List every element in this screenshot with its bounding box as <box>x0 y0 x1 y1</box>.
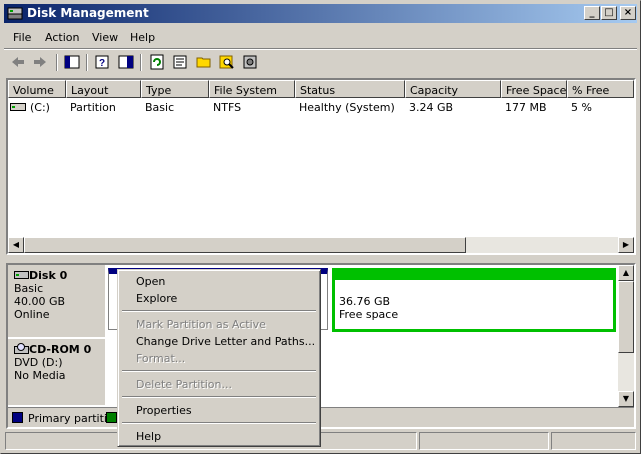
cell-layout: Partition <box>70 101 116 114</box>
context-menu-explore[interactable]: Explore <box>136 292 177 305</box>
context-menu-separator <box>122 422 316 424</box>
disk-name: Disk 0 <box>29 269 68 282</box>
settings-icon[interactable] <box>240 53 260 72</box>
cell-free-space: 177 MB <box>505 101 547 114</box>
menu-separator <box>4 48 637 50</box>
free-space-partition[interactable]: 36.76 GB Free space <box>332 268 616 332</box>
table-row[interactable]: (C:) Partition Basic NTFS Healthy (Syste… <box>8 99 634 115</box>
disk-0-info[interactable]: Disk 0 Basic 40.00 GB Online <box>8 265 105 337</box>
disk-type: Basic <box>14 282 44 295</box>
cdrom-0-info[interactable]: CD-ROM 0 DVD (D:) No Media <box>8 339 105 405</box>
column-header-file-system[interactable]: File System <box>209 80 295 98</box>
vertical-scrollbar[interactable]: ▲ ▼ <box>618 265 634 407</box>
context-menu-separator <box>122 396 316 398</box>
menu-bar: File Action View Help <box>4 28 637 47</box>
properties-icon[interactable] <box>170 53 190 72</box>
free-space-swatch <box>106 412 117 423</box>
horizontal-scroll-thumb[interactable] <box>24 237 466 253</box>
menu-view[interactable]: View <box>92 31 118 44</box>
column-header-layout[interactable]: Layout <box>66 80 141 98</box>
vertical-scroll-thumb[interactable] <box>618 281 634 353</box>
window-title: Disk Management <box>27 6 149 20</box>
scroll-down-icon[interactable]: ▼ <box>618 391 634 407</box>
cd-rom-icon <box>14 343 29 354</box>
scroll-right-icon[interactable]: ▶ <box>618 237 634 253</box>
help-icon[interactable]: ? <box>92 53 112 72</box>
volume-list: Volume Layout Type File System Status Ca… <box>6 78 636 255</box>
context-menu-separator <box>122 370 316 372</box>
drive-icon <box>10 103 26 111</box>
disk-graphical-view: Disk 0 Basic 40.00 GB Online CD-ROM 0 DV… <box>6 263 636 429</box>
open-folder-icon[interactable] <box>194 53 214 72</box>
status-bar-pane-3 <box>551 432 636 450</box>
free-space-size: 36.76 GB <box>339 295 391 308</box>
svg-text:?: ? <box>99 58 105 69</box>
cell-type: Basic <box>145 101 175 114</box>
properties-pane-icon[interactable] <box>116 53 136 72</box>
context-menu-change-drive-letter[interactable]: Change Drive Letter and Paths... <box>136 335 315 348</box>
toolbar-separator <box>86 54 88 71</box>
context-menu-help[interactable]: Help <box>136 430 161 443</box>
scroll-up-icon[interactable]: ▲ <box>618 265 634 281</box>
cdrom-name: CD-ROM 0 <box>29 343 92 356</box>
close-button[interactable]: × <box>620 6 636 20</box>
cell-status: Healthy (System) <box>299 101 395 114</box>
search-icon[interactable] <box>217 53 237 72</box>
disk-state: Online <box>14 308 50 321</box>
context-menu-open[interactable]: Open <box>136 275 165 288</box>
minimize-button[interactable]: _ <box>584 6 600 20</box>
column-header-volume[interactable]: Volume <box>8 80 66 98</box>
status-bar-pane-2 <box>419 432 549 450</box>
volume-list-header: Volume Layout Type File System Status Ca… <box>8 80 634 98</box>
cell-pct-free: 5 % <box>571 101 592 114</box>
partition-context-menu: Open Explore Mark Partition as Active Ch… <box>117 269 321 447</box>
context-menu-mark-active[interactable]: Mark Partition as Active <box>136 318 266 331</box>
scroll-left-icon[interactable]: ◀ <box>8 237 24 253</box>
disk-management-icon <box>7 7 23 20</box>
context-menu-properties[interactable]: Properties <box>136 404 192 417</box>
column-header-pct-free[interactable]: % Free <box>567 80 634 98</box>
toolbar-separator <box>56 54 58 71</box>
column-header-capacity[interactable]: Capacity <box>405 80 501 98</box>
menu-help[interactable]: Help <box>130 31 155 44</box>
refresh-icon[interactable] <box>147 53 167 72</box>
column-header-free-space[interactable]: Free Space <box>501 80 567 98</box>
back-arrow-icon[interactable] <box>8 53 28 72</box>
context-menu-format[interactable]: Format... <box>136 352 185 365</box>
cdrom-state: No Media <box>14 369 66 382</box>
column-header-type[interactable]: Type <box>141 80 209 98</box>
disk-size: 40.00 GB <box>14 295 66 308</box>
cell-volume: (C:) <box>30 101 50 114</box>
disk-management-window: Disk Management _ □ × File Action View H… <box>0 0 641 454</box>
toolbar: ? <box>4 51 637 75</box>
cdrom-type: DVD (D:) <box>14 356 63 369</box>
partition-legend: Primary partition <box>8 407 634 427</box>
column-header-status[interactable]: Status <box>295 80 405 98</box>
cell-capacity: 3.24 GB <box>409 101 454 114</box>
cell-file-system: NTFS <box>213 101 242 114</box>
primary-partition-swatch <box>12 412 23 423</box>
title-bar[interactable]: Disk Management _ □ × <box>4 4 637 23</box>
menu-file[interactable]: File <box>13 31 31 44</box>
horizontal-scrollbar[interactable]: ◀ ▶ <box>8 237 634 253</box>
free-space-label: Free space <box>339 308 399 321</box>
context-menu-delete-partition[interactable]: Delete Partition... <box>136 378 232 391</box>
forward-arrow-icon[interactable] <box>30 53 50 72</box>
toolbar-separator <box>140 54 142 71</box>
menu-action[interactable]: Action <box>45 31 79 44</box>
maximize-button[interactable]: □ <box>601 6 617 20</box>
show-hide-console-tree-icon[interactable] <box>62 53 82 72</box>
context-menu-separator <box>122 310 316 312</box>
hard-disk-icon <box>14 271 29 279</box>
